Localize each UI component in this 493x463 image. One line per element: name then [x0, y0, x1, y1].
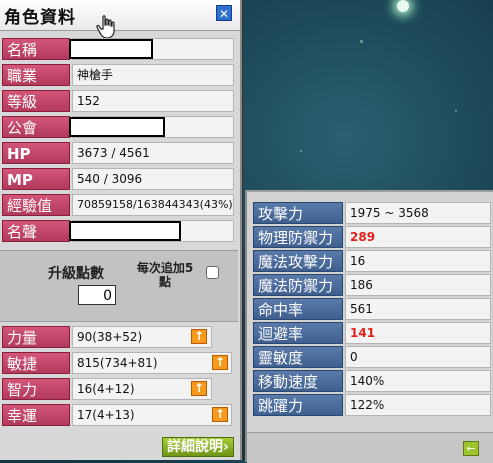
background-sparkle — [360, 40, 363, 43]
stat-value-luk: 17(4+13) — [72, 404, 232, 426]
info-value-level: 152 — [72, 90, 234, 112]
character-info-window: 角色資料 ✕ 名稱 職業 神槍手 等級 152 公會 HP 3673 / 456… — [0, 0, 242, 460]
detail-row-avoid: 迴避率 141 — [253, 322, 491, 344]
arrow-up-icon: ↑ — [214, 407, 226, 421]
stat-label: 幸運 — [2, 404, 70, 426]
arrow-up-icon: ↑ — [214, 355, 226, 369]
detail-label: 魔法攻擊力 — [253, 250, 343, 272]
detailed-stats-window: 攻擊力 1975 ~ 3568 物理防禦力 289 魔法攻擊力 16 魔法防禦力… — [245, 190, 493, 463]
stat-up-button-str[interactable]: ↑ — [191, 329, 207, 344]
info-label: 公會 — [2, 116, 70, 138]
info-row-exp: 經驗值 70859158/163844343(43%) — [0, 194, 236, 216]
close-icon: ✕ — [218, 7, 230, 21]
redaction-box — [69, 39, 153, 59]
ability-points-panel: 升級點數 0 每次追加5點 — [0, 250, 238, 322]
detail-label: 命中率 — [253, 298, 343, 320]
detail-button[interactable]: 詳細說明› — [162, 437, 234, 457]
info-value-mp: 540 / 3096 — [72, 168, 234, 190]
info-value-fame — [69, 220, 234, 242]
background-sparkle — [300, 150, 302, 152]
arrow-up-icon: ↑ — [193, 381, 205, 395]
detail-label: 魔法防禦力 — [253, 274, 343, 296]
stat-value-dex: 815(734+81) — [72, 352, 232, 374]
detail-row-hands: 靈敏度 0 — [253, 346, 491, 368]
upgrade-points-value: 0 — [78, 285, 116, 305]
detail-row-magic-atk: 魔法攻擊力 16 — [253, 250, 491, 272]
detail-value-jump: 122% — [345, 394, 491, 416]
title-bar[interactable]: 角色資料 ✕ — [0, 0, 240, 39]
stat-up-button-luk[interactable]: ↑ — [212, 407, 228, 422]
detail-label: 攻擊力 — [253, 202, 343, 224]
info-row-level: 等級 152 — [0, 90, 236, 112]
detail-row-speed: 移動速度 140% — [253, 370, 491, 392]
detail-row-accuracy: 命中率 561 — [253, 298, 491, 320]
info-label: 名聲 — [2, 220, 70, 242]
info-label: 名稱 — [2, 38, 70, 60]
detail-window-bottom-bar: ← — [247, 432, 493, 463]
info-value-name — [69, 38, 234, 60]
detail-row-attack: 攻擊力 1975 ~ 3568 — [253, 202, 491, 224]
info-label: HP — [2, 142, 70, 164]
info-row-job: 職業 神槍手 — [0, 64, 236, 86]
redaction-box — [69, 117, 165, 137]
stat-label: 敏捷 — [2, 352, 70, 374]
info-label: MP — [2, 168, 70, 190]
info-label: 職業 — [2, 64, 70, 86]
window-title: 角色資料 — [4, 8, 76, 28]
detail-value-attack: 1975 ~ 3568 — [345, 202, 491, 224]
add-five-points-label: 每次追加5點 — [136, 261, 194, 289]
detail-value-magic-def: 186 — [345, 274, 491, 296]
add-five-points-checkbox[interactable] — [206, 266, 219, 279]
info-value-guild — [69, 116, 234, 138]
detail-value-hands: 0 — [345, 346, 491, 368]
info-label: 經驗值 — [2, 194, 70, 216]
detail-row-jump: 跳躍力 122% — [253, 394, 491, 416]
stat-label: 智力 — [2, 378, 70, 400]
info-value-job: 神槍手 — [72, 64, 234, 86]
upgrade-points-label: 升級點數 — [48, 266, 104, 282]
stat-label: 力量 — [2, 326, 70, 348]
stat-up-button-dex[interactable]: ↑ — [212, 355, 228, 370]
info-row-name: 名稱 — [0, 38, 236, 60]
background-glow-dot — [397, 0, 409, 12]
collapse-button[interactable]: ← — [463, 441, 479, 456]
detail-value-phys-def: 289 — [345, 226, 491, 248]
detail-label: 移動速度 — [253, 370, 343, 392]
detail-label: 跳躍力 — [253, 394, 343, 416]
background-sparkle — [455, 110, 457, 112]
detail-value-speed: 140% — [345, 370, 491, 392]
stat-row-luk: 幸運 17(4+13) — [0, 404, 236, 426]
detail-label: 迴避率 — [253, 322, 343, 344]
arrow-up-icon: ↑ — [193, 329, 205, 343]
detail-label: 物理防禦力 — [253, 226, 343, 248]
detail-label: 靈敏度 — [253, 346, 343, 368]
detail-row-phys-def: 物理防禦力 289 — [253, 226, 491, 248]
detail-value-accuracy: 561 — [345, 298, 491, 320]
detail-button-label: 詳細說明 — [167, 439, 223, 455]
info-row-guild: 公會 — [0, 116, 236, 138]
detail-row-magic-def: 魔法防禦力 186 — [253, 274, 491, 296]
info-value-exp: 70859158/163844343(43%) — [72, 194, 234, 216]
redaction-box — [69, 221, 181, 241]
info-row-fame: 名聲 — [0, 220, 236, 242]
stat-row-dex: 敏捷 815(734+81) — [0, 352, 236, 374]
info-row-hp: HP 3673 / 4561 — [0, 142, 236, 164]
detail-value-magic-atk: 16 — [345, 250, 491, 272]
chevron-right-icon: › — [223, 439, 229, 455]
detail-value-avoid: 141 — [345, 322, 491, 344]
info-label: 等級 — [2, 90, 70, 112]
hand-cursor-icon — [96, 15, 115, 39]
arrow-left-icon: ← — [466, 442, 476, 455]
stat-up-button-int[interactable]: ↑ — [191, 381, 207, 396]
close-button[interactable]: ✕ — [216, 5, 232, 21]
info-value-hp: 3673 / 4561 — [72, 142, 234, 164]
info-row-mp: MP 540 / 3096 — [0, 168, 236, 190]
